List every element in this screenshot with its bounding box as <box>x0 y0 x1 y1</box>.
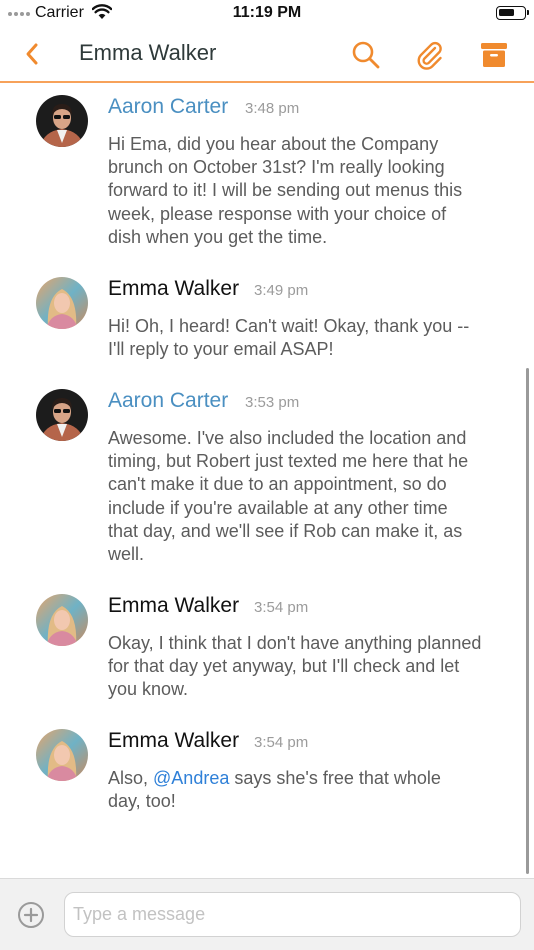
battery-icon <box>496 6 529 20</box>
message-text: Hi! Oh, I heard! Can't wait! Okay, thank… <box>108 316 470 360</box>
message-text: Hi Ema, did you hear about the Company b… <box>108 134 463 247</box>
message-text: Also, @Andrea says she's free that whole… <box>108 767 508 813</box>
archive-button[interactable] <box>477 38 511 72</box>
add-attachment-button[interactable] <box>17 901 45 929</box>
avatar[interactable] <box>36 389 88 441</box>
search-button[interactable] <box>349 38 383 72</box>
message-timestamp: 3:48 pm <box>245 100 300 117</box>
avatar[interactable] <box>36 95 88 147</box>
sender-name[interactable]: Emma Walker <box>108 729 239 753</box>
avatar[interactable] <box>36 277 88 329</box>
back-button[interactable] <box>18 40 46 68</box>
message-timestamp: 3:54 pm <box>254 599 309 616</box>
archive-box-icon <box>481 43 507 67</box>
nav-bar: Emma Walker <box>0 28 534 83</box>
message-composer <box>0 878 534 950</box>
attach-button[interactable] <box>413 38 447 72</box>
status-time: 11:19 PM <box>232 4 302 21</box>
message-timestamp: 3:49 pm <box>254 282 309 299</box>
message-timestamp: 3:54 pm <box>254 734 309 751</box>
sender-name[interactable]: Emma Walker <box>108 594 239 618</box>
search-icon <box>352 41 380 69</box>
avatar[interactable] <box>36 729 88 781</box>
message-list[interactable]: Aaron Carter 3:48 pm Hi Ema, did you hea… <box>0 84 534 878</box>
paperclip-icon <box>417 41 442 70</box>
message-input[interactable] <box>64 892 521 937</box>
message-text: Awesome. I've also included the location… <box>108 428 469 565</box>
plus-circle-icon <box>18 902 44 928</box>
message-text-prefix: Also, <box>108 768 154 788</box>
conversation-title: Emma Walker <box>79 40 217 65</box>
status-bar: Carrier 11:19 PM <box>0 0 534 28</box>
sender-name[interactable]: Aaron Carter <box>108 389 228 413</box>
back-chevron-icon <box>26 43 38 65</box>
sender-name[interactable]: Aaron Carter <box>108 95 228 119</box>
message-timestamp: 3:53 pm <box>245 394 300 411</box>
avatar[interactable] <box>36 594 88 646</box>
scrollbar-thumb[interactable] <box>526 368 529 874</box>
message-text: Okay, I think that I don't have anything… <box>108 633 482 700</box>
mention-link[interactable]: @Andrea <box>153 768 229 788</box>
sender-name[interactable]: Emma Walker <box>108 277 239 301</box>
